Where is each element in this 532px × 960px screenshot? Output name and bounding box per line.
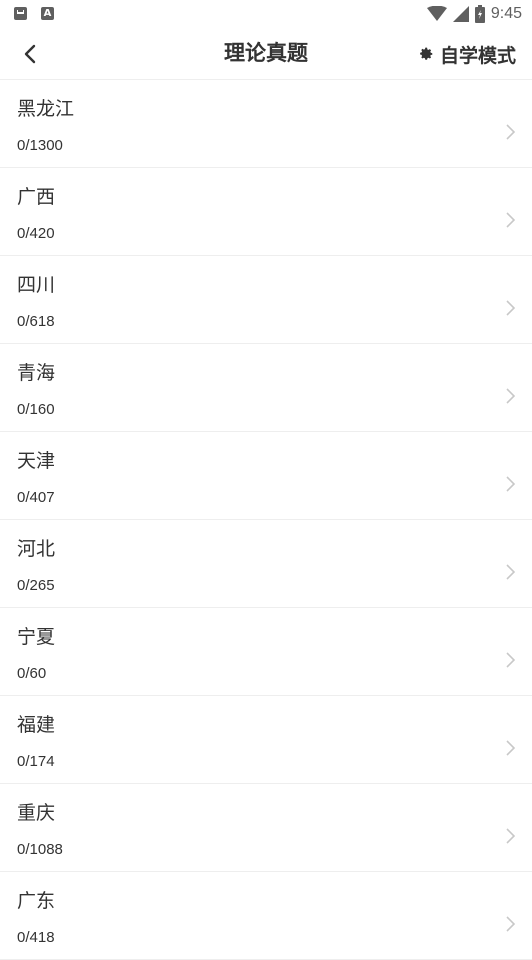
battery-icon (474, 5, 485, 23)
item-name: 天津 (17, 450, 56, 472)
list-item[interactable]: 广西 0/420 (0, 168, 532, 256)
header: 理论真题 自学模式 (0, 28, 532, 80)
list-item[interactable]: 河北 0/265 (0, 520, 532, 608)
item-name: 广东 (17, 890, 56, 912)
list-item[interactable]: 黑龙江 0/1300 (0, 80, 532, 168)
item-count: 0/407 (17, 489, 55, 506)
item-name: 重庆 (17, 802, 56, 824)
item-name: 黑龙江 (17, 98, 75, 120)
chevron-right-icon (506, 124, 516, 140)
self-study-mode-label: 自学模式 (439, 44, 516, 67)
list-item[interactable]: 四川 0/618 (0, 256, 532, 344)
item-name: 宁夏 (17, 626, 56, 648)
item-count: 0/174 (17, 753, 55, 770)
signal-icon (452, 6, 469, 22)
status-bar: A 9:45 (0, 0, 532, 28)
item-name: 四川 (17, 274, 56, 296)
item-count: 0/1088 (17, 841, 63, 858)
status-time: 9:45 (490, 5, 522, 22)
gear-icon (420, 47, 433, 60)
region-list: 黑龙江 0/1300 广西 0/420 四川 0/618 青海 0/160 天津… (0, 80, 532, 960)
item-count: 0/265 (17, 577, 55, 594)
item-count: 0/60 (17, 665, 47, 682)
chevron-right-icon (506, 476, 516, 492)
item-count: 0/160 (17, 401, 55, 418)
back-button[interactable] (14, 38, 46, 70)
chevron-right-icon (506, 564, 516, 580)
chevron-right-icon (506, 212, 516, 228)
a-icon: A (41, 7, 54, 20)
list-item[interactable]: 青海 0/160 (0, 344, 532, 432)
list-item[interactable]: 天津 0/407 (0, 432, 532, 520)
item-count: 0/1300 (17, 137, 63, 154)
item-count: 0/420 (17, 225, 55, 242)
status-right: 9:45 (426, 3, 522, 25)
chevron-right-icon (506, 916, 516, 932)
list-item[interactable]: 福建 0/174 (0, 696, 532, 784)
chevron-right-icon (506, 740, 516, 756)
item-name: 福建 (17, 714, 56, 736)
item-name: 青海 (17, 362, 56, 384)
message-icon (14, 7, 27, 20)
back-arrow-icon (24, 44, 36, 64)
list-item[interactable]: 重庆 0/1088 (0, 784, 532, 872)
self-study-mode-button[interactable]: 自学模式 (420, 38, 516, 70)
wifi-icon (426, 6, 447, 21)
item-count: 0/418 (17, 929, 55, 946)
list-item[interactable]: 广东 0/418 (0, 872, 532, 960)
item-name: 河北 (17, 538, 56, 560)
chevron-right-icon (506, 828, 516, 844)
item-count: 0/618 (17, 313, 55, 330)
chevron-right-icon (506, 652, 516, 668)
list-item[interactable]: 宁夏 0/60 (0, 608, 532, 696)
chevron-right-icon (506, 300, 516, 316)
chevron-right-icon (506, 388, 516, 404)
item-name: 广西 (17, 186, 56, 208)
status-left: A (14, 7, 54, 20)
